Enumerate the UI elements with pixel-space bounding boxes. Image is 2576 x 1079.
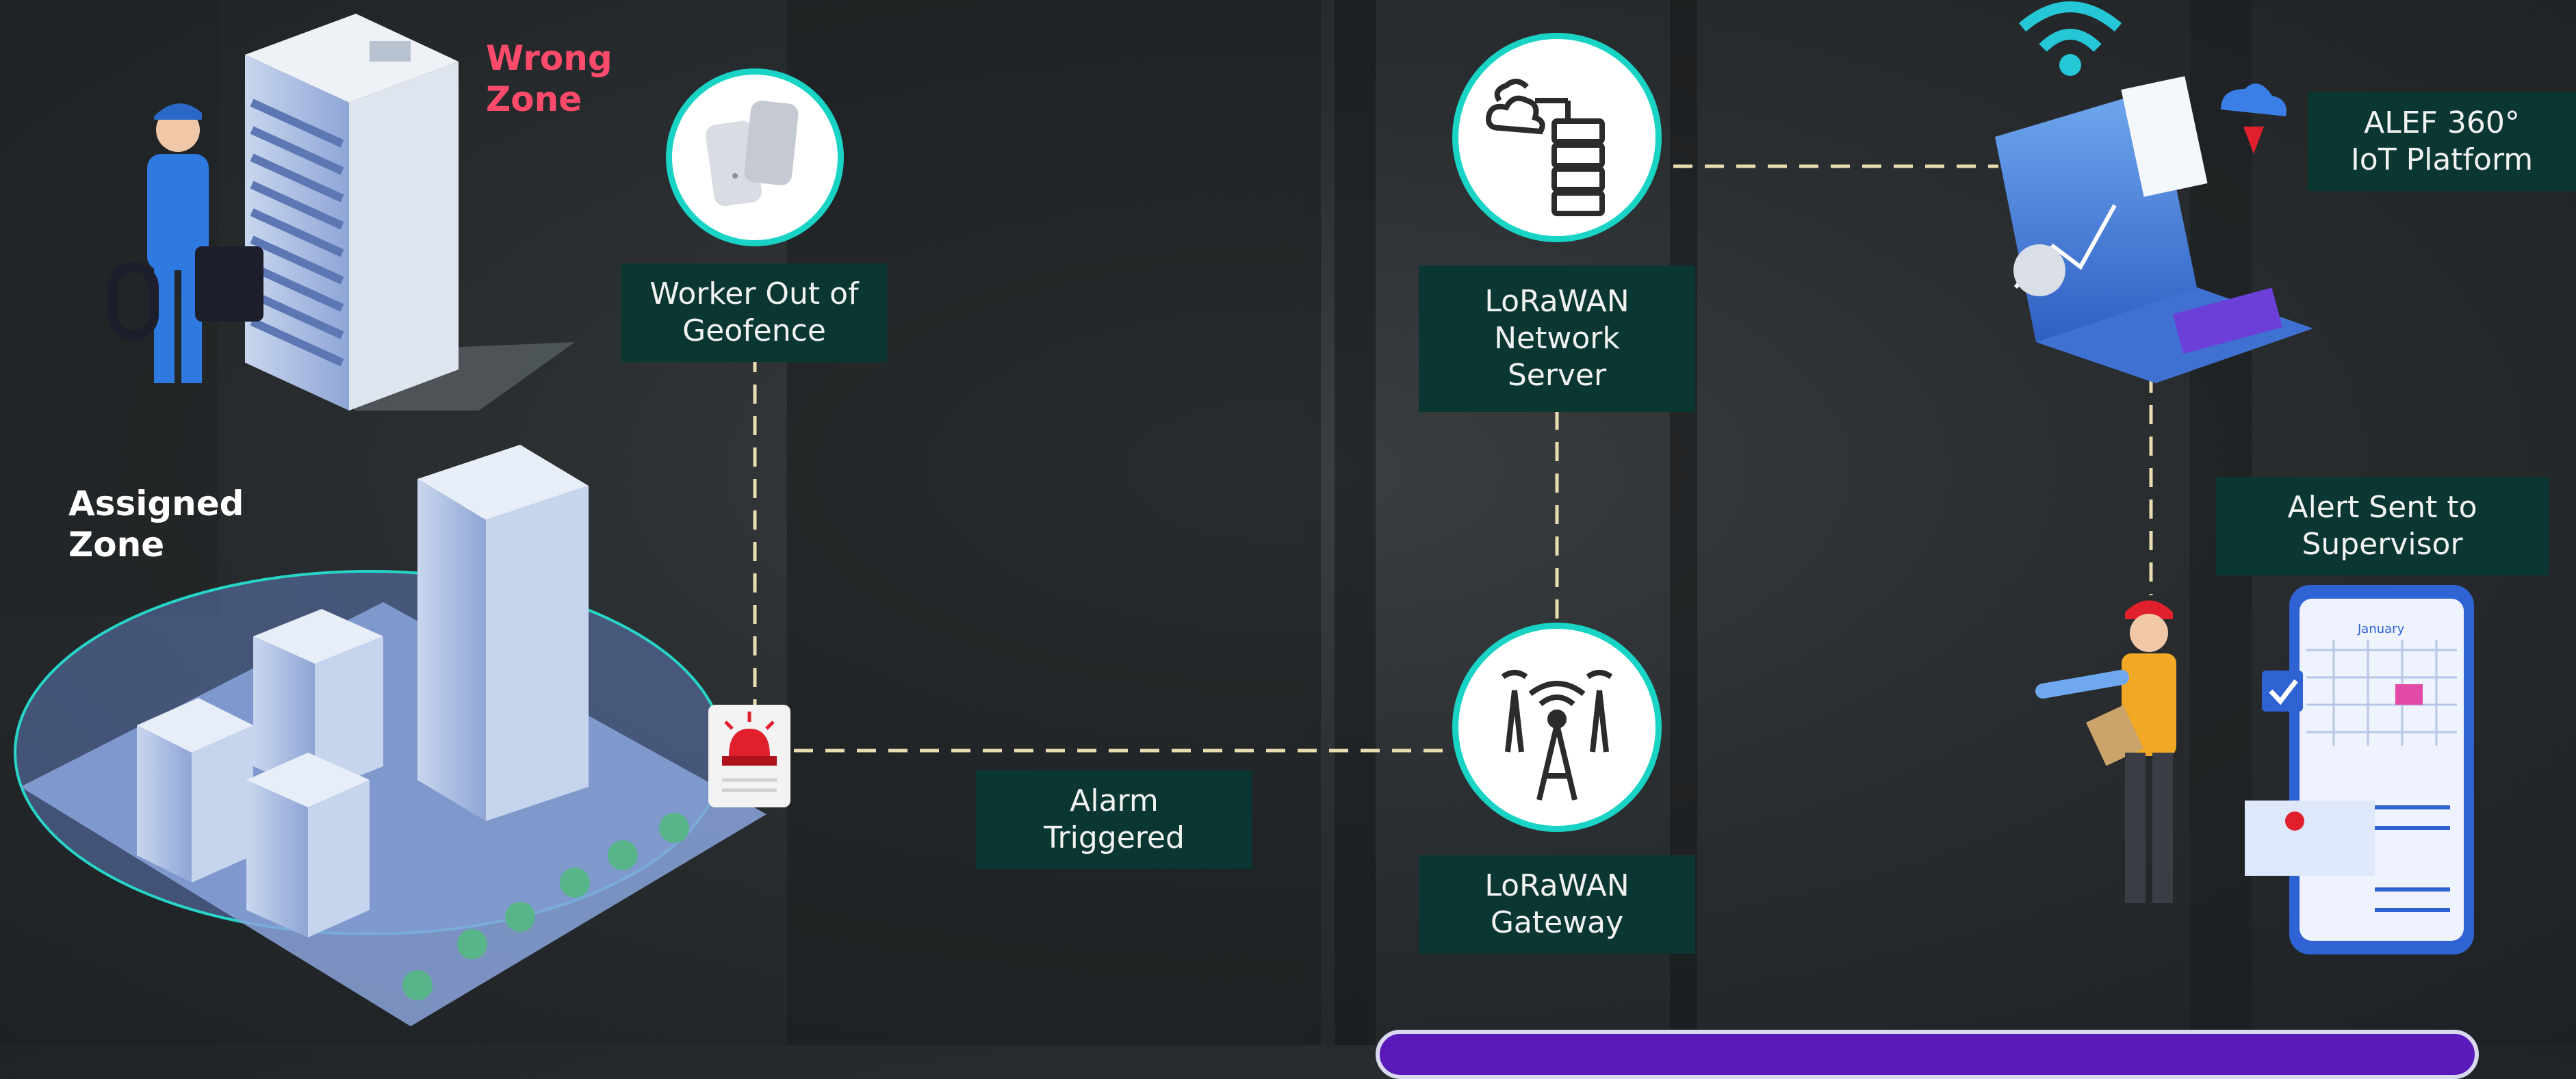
antenna-tower-icon <box>1501 670 1613 801</box>
worker-out-of-geofence-label: Worker Out of Geofence <box>621 263 887 362</box>
wrong-zone-label: Wrong Zone <box>486 38 613 119</box>
scene-diagram: January <box>0 0 2474 1045</box>
gps-tracker-device-icon <box>706 101 799 207</box>
supervisor-illustration <box>2035 600 2176 903</box>
calendar-month-label: January <box>2357 622 2405 636</box>
cloud-server-icon <box>1486 79 1605 216</box>
assigned-zone-label: Assigned Zone <box>68 484 244 564</box>
alarm-siren-icon <box>708 705 790 807</box>
alef-iot-platform-label: ALEF 360° IoT Platform <box>2308 92 2576 191</box>
iot-platform-illustration <box>1995 1 2313 383</box>
lorawan-gateway-label: LoRaWAN Gateway <box>1419 855 1695 954</box>
gateway-node <box>1452 623 1662 832</box>
alarm-triggered-label: Alarm Triggered <box>976 770 1252 869</box>
lorawan-network-server-label: LoRaWAN Network Server <box>1419 265 1695 412</box>
network-server-node <box>1452 33 1662 242</box>
gps-tracker-node <box>666 68 844 246</box>
phone-calendar-illustration: January <box>2245 585 2474 954</box>
alert-sent-to-supervisor-label: Alert Sent to Supervisor <box>2216 477 2549 575</box>
bottom-banner <box>1376 1030 2479 1079</box>
